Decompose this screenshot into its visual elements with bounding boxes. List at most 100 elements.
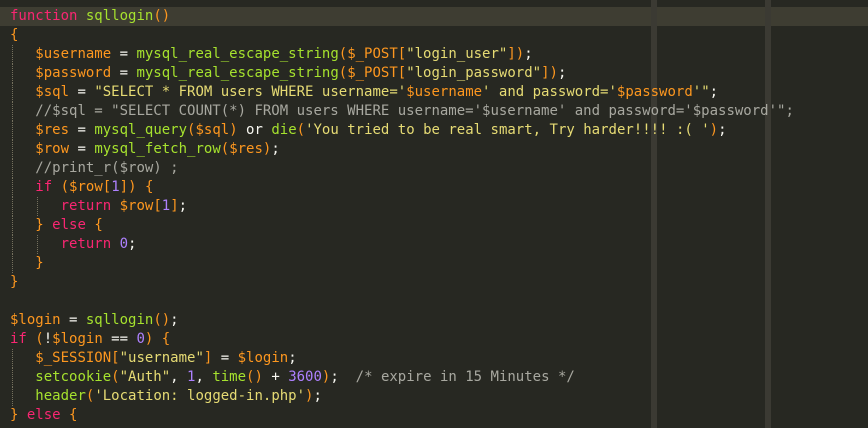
code-token: { (144, 179, 154, 195)
code-token: $login (237, 350, 289, 366)
code-line[interactable]: return $row[1]; (10, 197, 794, 216)
code-token: } (10, 274, 19, 290)
code-line[interactable]: { (10, 26, 794, 45)
code-token: $username (35, 46, 112, 62)
code-token: 0 (119, 236, 129, 252)
code-token: $_POST (347, 65, 398, 81)
code-line[interactable]: $res = mysql_query($sql) or die('You tri… (10, 121, 794, 140)
code-token: ( (35, 331, 44, 347)
code-token: + (262, 369, 289, 385)
code-token: else (26, 407, 61, 423)
code-line[interactable]: return 0; (10, 235, 794, 254)
code-token: ; (330, 369, 356, 385)
code-token: sqllogin (85, 8, 154, 24)
code-line[interactable]: function sqllogin() (10, 7, 794, 26)
code-line[interactable]: if ($row[1]) { (10, 178, 794, 197)
code-token: () (246, 369, 263, 385)
code-token: ] (170, 198, 179, 214)
code-line[interactable]: } (10, 254, 794, 273)
code-token: "login_user" (406, 46, 508, 62)
code-token: [ (397, 65, 407, 81)
code-token: "login_password" (406, 65, 542, 81)
code-token: header (35, 388, 86, 404)
code-token: $login (52, 331, 103, 347)
code-token: if (10, 331, 27, 347)
code-token: 'Location: logged-in.php' (94, 388, 306, 404)
code-token: { (69, 407, 78, 423)
code-token: = (212, 350, 238, 366)
code-line[interactable]: $login = sqllogin(); (10, 311, 794, 330)
code-token: $res (229, 141, 263, 157)
code-token: ( (338, 65, 348, 81)
code-line[interactable]: //$sql = "SELECT COUNT(*) FROM users WHE… (10, 102, 794, 121)
indent-guide (12, 102, 14, 121)
code-token: ( (220, 141, 230, 157)
indent-guide (12, 254, 14, 273)
code-token: mysql_real_escape_string (136, 46, 339, 62)
code-token: ; (718, 122, 727, 138)
code-token: ( (60, 179, 70, 195)
indent-guide (12, 216, 14, 235)
code-token: //print_r($row) ; (35, 160, 179, 176)
indent-guide (12, 45, 14, 64)
code-token: else (52, 217, 86, 233)
code-token: ] (541, 65, 550, 81)
code-line[interactable]: $_SESSION["username"] = $login; (10, 349, 794, 368)
code-line[interactable]: $password = mysql_real_escape_string($_P… (10, 64, 794, 83)
code-line[interactable]: $row = mysql_fetch_row($res); (10, 140, 794, 159)
code-token: '" (692, 84, 710, 100)
code-line[interactable]: if (!$login == 0) { (10, 330, 794, 349)
code-token: "Auth" (119, 369, 171, 385)
code-line[interactable]: setcookie("Auth", 1, time() + 3600); /* … (10, 368, 794, 387)
code-line[interactable]: } else { (10, 406, 794, 425)
code-line[interactable] (10, 292, 794, 311)
indent-guide (12, 83, 14, 102)
code-line[interactable]: } else { (10, 216, 794, 235)
code-token: () (153, 312, 171, 328)
code-token: [ (397, 46, 407, 62)
code-line[interactable]: header('Location: logged-in.php'); (10, 387, 794, 406)
code-token: $res (35, 122, 70, 138)
code-line[interactable]: $sql = "SELECT * FROM users WHERE userna… (10, 83, 794, 102)
indent-guide (12, 140, 14, 159)
code-token: $row (119, 198, 154, 214)
code-token: ) (128, 179, 137, 195)
code-editor[interactable]: function sqllogin(){ $username = mysql_r… (0, 0, 868, 428)
code-token: $row (35, 141, 70, 157)
code-token: ; (271, 141, 280, 157)
code-line[interactable]: } (10, 273, 794, 292)
code-token: time (212, 369, 247, 385)
code-area[interactable]: function sqllogin(){ $username = mysql_r… (10, 7, 794, 425)
code-token: die (271, 122, 297, 138)
code-token: function (10, 8, 78, 24)
code-line[interactable]: $username = mysql_real_escape_string($_P… (10, 45, 794, 64)
code-token: ; (524, 46, 533, 62)
code-token: $sql (195, 122, 230, 138)
indent-guide (12, 197, 14, 216)
indent-guide (12, 121, 14, 140)
code-token: return (60, 236, 112, 252)
code-token: = (111, 65, 137, 81)
indent-guide (37, 197, 39, 216)
code-token: [ (153, 198, 162, 214)
code-token: ; (557, 65, 567, 81)
code-token: = (69, 141, 95, 157)
code-token: return (60, 198, 112, 214)
code-token: ( (111, 369, 120, 385)
indent-guide (12, 64, 14, 83)
code-token: ] (507, 46, 516, 62)
code-token: "SELECT * FROM users WHERE username=' (94, 84, 407, 100)
code-token: or (237, 122, 272, 138)
code-line[interactable]: //print_r($row) ; (10, 159, 794, 178)
code-token: 1 (111, 179, 120, 195)
code-token: , (170, 369, 188, 385)
